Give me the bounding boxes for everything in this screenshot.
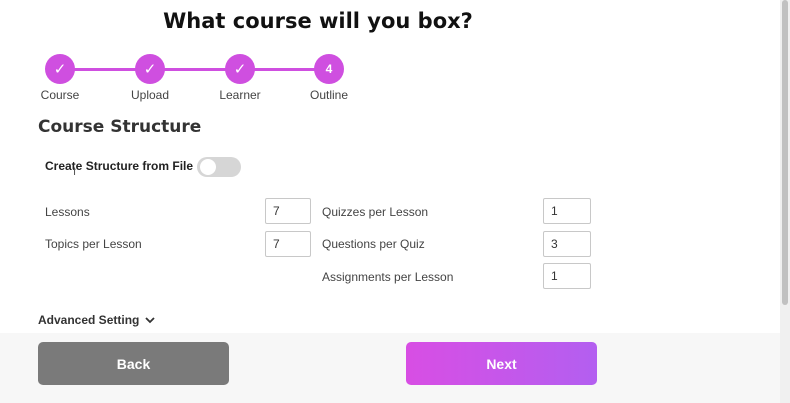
- questions-per-quiz-input[interactable]: [543, 231, 591, 257]
- text-cursor-icon: I: [73, 166, 77, 178]
- step-course-label: Course: [40, 88, 80, 102]
- topics-per-lesson-input[interactable]: [265, 231, 311, 257]
- lessons-label: Lessons: [45, 205, 90, 219]
- lessons-input[interactable]: [265, 198, 311, 224]
- step-outline-label: Outline: [309, 88, 349, 102]
- chevron-down-icon: [145, 317, 155, 324]
- step-upload-label: Upload: [130, 88, 170, 102]
- section-title: Course Structure: [38, 117, 202, 137]
- next-button[interactable]: Next: [406, 342, 597, 385]
- step-upload-circle: ✓: [135, 54, 165, 84]
- assignments-per-lesson-input[interactable]: [543, 263, 591, 289]
- toggle-knob: [200, 159, 216, 175]
- step-outline-circle: 4: [314, 54, 344, 84]
- page-title: What course will you box?: [163, 9, 473, 33]
- quizzes-per-lesson-label: Quizzes per Lesson: [322, 205, 429, 219]
- advanced-setting-label: Advanced Setting: [38, 313, 140, 327]
- topics-per-lesson-label: Topics per Lesson: [45, 237, 142, 251]
- step-course-circle: ✓: [45, 54, 75, 84]
- stepper-line: [58, 68, 328, 71]
- advanced-setting-toggle[interactable]: Advanced Setting: [38, 313, 155, 327]
- step-learner-circle: ✓: [225, 54, 255, 84]
- step-learner-label: Learner: [219, 88, 261, 102]
- quizzes-per-lesson-input[interactable]: [543, 198, 591, 224]
- assignments-per-lesson-label: Assignments per Lesson: [322, 270, 454, 284]
- back-button[interactable]: Back: [38, 342, 229, 385]
- scrollbar-thumb[interactable]: [782, 0, 788, 305]
- scrollbar[interactable]: [780, 0, 790, 403]
- create-structure-toggle[interactable]: [197, 157, 241, 177]
- create-structure-toggle-label: Create Structure from File: [45, 159, 194, 173]
- questions-per-quiz-label: Questions per Quiz: [322, 237, 425, 251]
